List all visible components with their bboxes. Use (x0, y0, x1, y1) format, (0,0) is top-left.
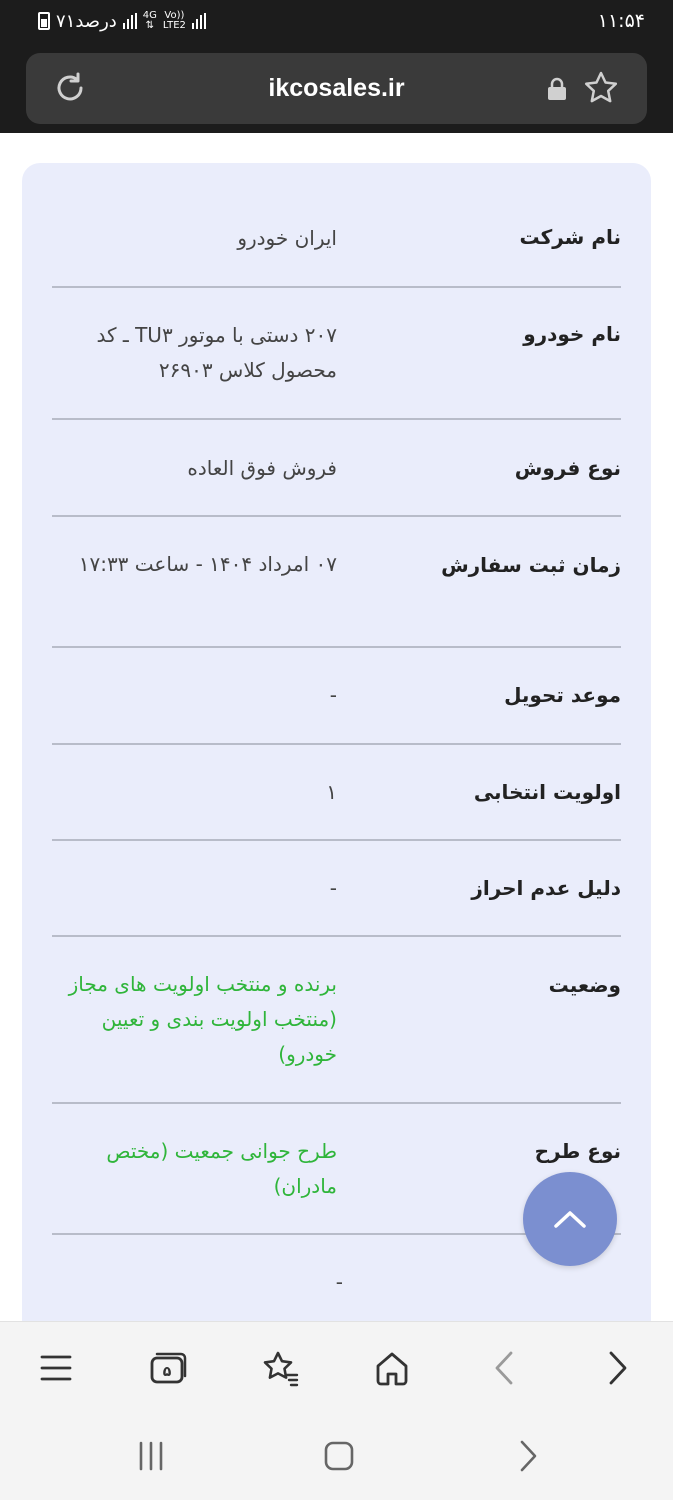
back-button[interactable] (482, 1346, 526, 1390)
detail-label: وضعیت (548, 973, 621, 997)
network-type: 4G ⇅ (142, 10, 157, 31)
tabs-button[interactable]: ۵ (146, 1346, 190, 1390)
detail-row-car: نام خودرو ۲۰۷ دستی با موتور TU۳ ـ کد محص… (52, 288, 621, 420)
reload-icon[interactable] (52, 70, 88, 106)
detail-value: - (329, 876, 337, 900)
recents-icon (139, 1441, 163, 1471)
menu-icon (40, 1355, 72, 1381)
detail-row-order-time: زمان ثبت سفارش ۰۷ امرداد ۱۴۰۴ - ساعت ۱۷:… (52, 517, 621, 648)
page-content: نام شرکت ایران خودرو نام خودرو ۲۰۷ دستی … (0, 133, 673, 1321)
bookmarks-button[interactable] (258, 1346, 302, 1390)
tabs-count: ۵ (163, 1364, 172, 1380)
home-button[interactable] (370, 1346, 414, 1390)
home-nav-icon (324, 1441, 354, 1471)
home-nav-button[interactable] (319, 1436, 359, 1476)
status-bar: ۷۱درصد 4G ⇅ Vo)) LTE2 ۱۱:۵۴ (0, 0, 673, 42)
address-bar[interactable]: ikcosales.ir (26, 53, 647, 124)
scroll-top-button[interactable] (523, 1172, 617, 1266)
battery-level: ۷۱درصد (56, 10, 117, 32)
detail-value: ۲۰۷ دستی با موتور TU۳ ـ کد محصول کلاس ۲۶… (96, 323, 338, 382)
detail-label: نام خودرو (523, 322, 621, 346)
chevron-up-icon (554, 1211, 586, 1228)
detail-row-company: نام شرکت ایران خودرو (52, 163, 621, 288)
lock-icon[interactable] (546, 77, 568, 101)
detail-label: نام شرکت (519, 225, 621, 249)
system-navigation-bar (0, 1411, 673, 1500)
url-text[interactable]: ikcosales.ir (268, 74, 404, 103)
back-icon (495, 1351, 513, 1385)
detail-row-sale-type: نوع فروش فروش فوق العاده (52, 420, 621, 517)
back-nav-icon (520, 1440, 537, 1472)
bookmarks-icon (263, 1351, 299, 1387)
detail-value: فروش فوق العاده (187, 456, 337, 480)
detail-label: اولویت انتخابی (473, 780, 621, 804)
plan-value: طرح جوانی جمعیت (مختص مادران) (106, 1139, 337, 1198)
detail-value: ۰۷ امرداد ۱۴۰۴ - ساعت ۱۷:۳۳ (78, 552, 337, 576)
detail-value: ۱ (326, 780, 337, 804)
signal-icon (122, 13, 137, 29)
browser-toolbar: ikcosales.ir (0, 42, 673, 133)
detail-label: موعد تحویل (504, 683, 621, 707)
recents-button[interactable] (131, 1436, 171, 1476)
battery-icon (38, 12, 50, 30)
detail-label: نوع طرح (534, 1139, 621, 1163)
detail-row-rejection-reason: دلیل عدم احراز - (52, 841, 621, 937)
status-value: برنده و منتخب اولویت های مجاز (منتخب اول… (68, 972, 337, 1066)
forward-icon (609, 1351, 627, 1385)
star-icon[interactable] (582, 69, 620, 107)
forward-button[interactable] (596, 1346, 640, 1390)
signal-icon-2 (191, 13, 206, 29)
detail-row-status: وضعیت برنده و منتخب اولویت های مجاز (منت… (52, 937, 621, 1104)
volte-indicator: Vo)) LTE2 (162, 10, 186, 31)
status-indicators: ۷۱درصد 4G ⇅ Vo)) LTE2 (38, 11, 206, 32)
order-details-card: نام شرکت ایران خودرو نام خودرو ۲۰۷ دستی … (22, 163, 651, 1321)
detail-label: دلیل عدم احراز (471, 876, 621, 900)
detail-label: نوع فروش (514, 456, 621, 480)
tabs-icon: ۵ (150, 1352, 187, 1384)
browser-bottom-toolbar: ۵ (0, 1321, 673, 1411)
detail-value: - (335, 1270, 343, 1294)
menu-button[interactable] (34, 1346, 78, 1390)
detail-value: - (329, 683, 337, 707)
detail-label: زمان ثبت سفارش (441, 553, 621, 577)
detail-row-delivery: موعد تحویل - (52, 648, 621, 745)
home-icon (376, 1352, 408, 1386)
detail-value: ایران خودرو (237, 226, 337, 250)
detail-row-priority: اولویت انتخابی ۱ (52, 745, 621, 841)
clock: ۱۱:۵۴ (597, 10, 645, 32)
back-nav-button[interactable] (508, 1436, 548, 1476)
